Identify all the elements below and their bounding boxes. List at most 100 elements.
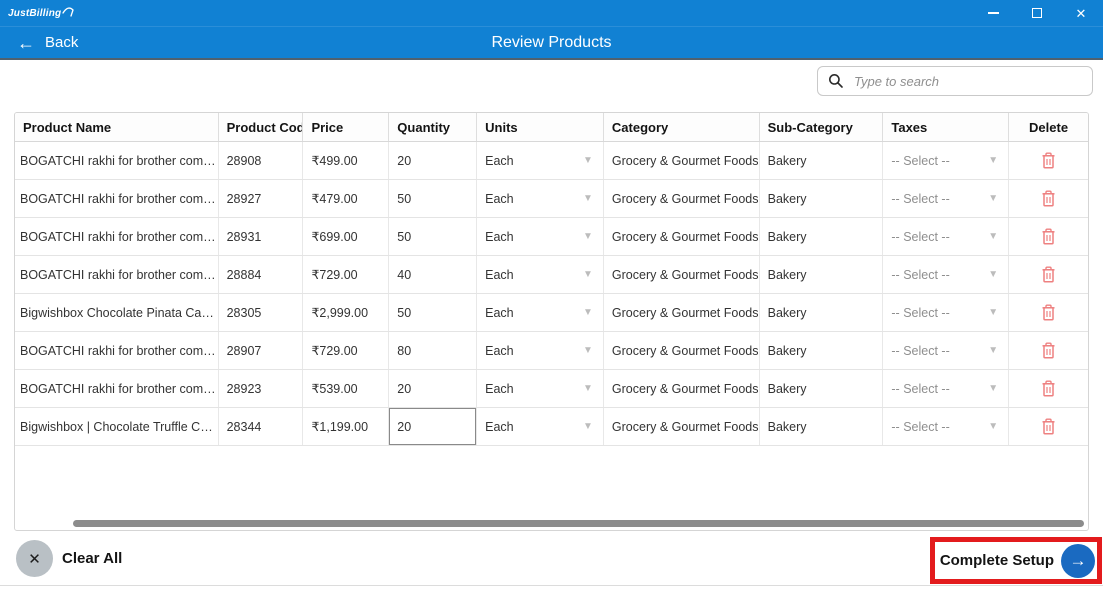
trash-icon [1042,190,1055,207]
logo-swoosh-icon [62,7,75,17]
delete-cell [1009,256,1088,293]
col-header-price: Price [303,113,390,141]
category-cell: Grocery & Gourmet Foods [604,370,760,407]
close-icon: ✕ [1075,5,1087,21]
chevron-down-icon: ▼ [583,345,593,356]
category-cell: Grocery & Gourmet Foods [604,218,760,255]
complete-setup-label: Complete Setup [939,552,1054,569]
delete-button[interactable] [1009,408,1088,445]
minimize-icon [987,12,999,14]
quantity-cell[interactable]: 20 [389,142,478,179]
product-name-cell: Bigwishbox | Chocolate Truffle Christm..… [15,408,219,445]
taxes-dropdown[interactable]: -- Select -- ▼ [883,142,1010,179]
units-dropdown[interactable]: Each ▼ [477,408,604,445]
units-dropdown[interactable]: Each ▼ [477,218,604,255]
taxes-dropdown[interactable]: -- Select -- ▼ [883,370,1010,407]
window-controls: ✕ [971,0,1103,26]
delete-button[interactable] [1009,142,1088,179]
app-logo-text: JustBilling [8,7,62,19]
price-cell: ₹1,199.00 [303,408,390,445]
table-row: BOGATCHI rakhi for brother combo wi... 2… [15,332,1088,370]
trash-icon [1042,228,1055,245]
units-dropdown[interactable]: Each ▼ [477,370,604,407]
trash-icon [1042,152,1055,169]
trash-icon [1042,304,1055,321]
table-row: BOGATCHI rakhi for brother combo wi... 2… [15,142,1088,180]
table-row: Bigwishbox Chocolate Pinata Cake 1 K... … [15,294,1088,332]
delete-cell [1009,218,1088,255]
units-dropdown[interactable]: Each ▼ [477,256,604,293]
units-dropdown[interactable]: Each ▼ [477,294,604,331]
col-header-quantity: Quantity [389,113,478,141]
close-button[interactable]: ✕ [1059,0,1103,26]
units-dropdown[interactable]: Each ▼ [477,180,604,217]
product-name-cell: BOGATCHI rakhi for brother combo wi... [15,142,219,179]
col-header-product-code: Product Code [219,113,304,141]
quantity-cell[interactable]: 50 [389,218,478,255]
sub-category-cell: Bakery [760,408,884,445]
chevron-down-icon: ▼ [988,231,999,242]
quantity-cell[interactable]: 50 [389,294,478,331]
delete-button[interactable] [1009,294,1088,331]
col-header-category: Category [604,113,760,141]
units-dropdown[interactable]: Each ▼ [477,142,604,179]
horizontal-scrollbar[interactable] [73,520,1084,527]
delete-button[interactable] [1009,370,1088,407]
window-titlebar: JustBilling ✕ [0,0,1103,26]
taxes-dropdown[interactable]: -- Select -- ▼ [883,332,1010,369]
product-code-cell: 28923 [219,370,304,407]
col-header-product-name: Product Name [15,113,219,141]
taxes-dropdown[interactable]: -- Select -- ▼ [883,294,1010,331]
table-row: BOGATCHI rakhi for brother combo wi... 2… [15,256,1088,294]
price-cell: ₹729.00 [303,332,390,369]
category-cell: Grocery & Gourmet Foods [604,256,760,293]
category-cell: Grocery & Gourmet Foods [604,408,760,445]
bottom-divider [0,585,1103,586]
taxes-dropdown[interactable]: -- Select -- ▼ [883,180,1010,217]
units-dropdown[interactable]: Each ▼ [477,332,604,369]
delete-cell [1009,370,1088,407]
clear-all-button[interactable]: ✕ Clear All [16,540,122,577]
chevron-down-icon: ▼ [583,383,593,394]
delete-cell [1009,180,1088,217]
product-code-cell: 28884 [219,256,304,293]
category-cell: Grocery & Gourmet Foods [604,294,760,331]
trash-icon [1042,266,1055,283]
quantity-cell[interactable]: 20 [389,408,478,445]
taxes-dropdown[interactable]: -- Select -- ▼ [883,408,1010,445]
taxes-dropdown[interactable]: -- Select -- ▼ [883,218,1010,255]
quantity-cell[interactable]: 40 [389,256,478,293]
category-cell: Grocery & Gourmet Foods [604,332,760,369]
delete-button[interactable] [1009,332,1088,369]
maximize-button[interactable] [1015,0,1059,26]
search-input[interactable] [854,73,1082,89]
delete-button[interactable] [1009,256,1088,293]
quantity-cell[interactable]: 50 [389,180,478,217]
col-header-taxes: Taxes [883,113,1010,141]
sub-category-cell: Bakery [760,294,884,331]
taxes-dropdown[interactable]: -- Select -- ▼ [883,256,1010,293]
table-row: BOGATCHI rakhi for brother combo wi... 2… [15,180,1088,218]
table-row: BOGATCHI rakhi for brother combo wi... 2… [15,218,1088,256]
delete-button[interactable] [1009,180,1088,217]
product-code-cell: 28931 [219,218,304,255]
minimize-button[interactable] [971,0,1015,26]
chevron-down-icon: ▼ [988,193,999,204]
right-arrow-icon: → [1069,550,1087,570]
quantity-cell[interactable]: 80 [389,332,478,369]
products-table: Product Name Product Code Price Quantity… [14,112,1089,531]
quantity-cell[interactable]: 20 [389,370,478,407]
clear-all-x-icon: ✕ [16,540,53,577]
product-code-cell: 28927 [219,180,304,217]
price-cell: ₹539.00 [303,370,390,407]
price-cell: ₹2,999.00 [303,294,390,331]
product-name-cell: Bigwishbox Chocolate Pinata Cake 1 K... [15,294,219,331]
product-code-cell: 28908 [219,142,304,179]
sub-category-cell: Bakery [760,180,884,217]
delete-button[interactable] [1009,218,1088,255]
category-cell: Grocery & Gourmet Foods [604,142,760,179]
navbar: ← Back Review Products [0,26,1103,60]
complete-setup-button[interactable]: → [1061,543,1095,578]
price-cell: ₹499.00 [303,142,390,179]
sub-category-cell: Bakery [760,332,884,369]
